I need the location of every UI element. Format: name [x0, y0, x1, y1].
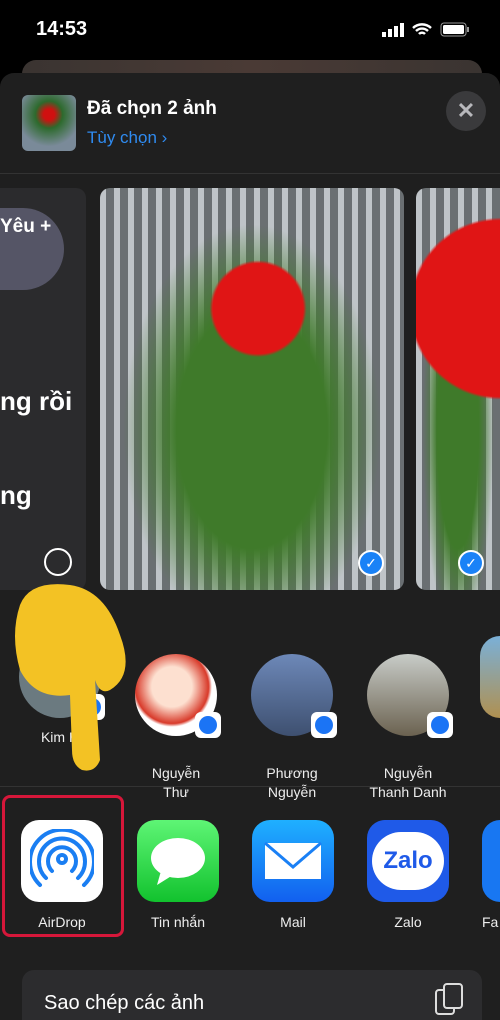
highlight-box: [2, 795, 124, 937]
app-name: Zalo: [394, 914, 422, 930]
contact-name: Nguyễn Thư: [151, 765, 201, 800]
avatar: [480, 636, 500, 718]
signal-icon: [382, 22, 404, 37]
messenger-icon: [195, 712, 221, 738]
close-icon: ✕: [456, 98, 476, 123]
app-partial[interactable]: Fa: [482, 820, 500, 930]
messenger-icon: [427, 712, 453, 738]
facebook-icon: [482, 820, 500, 902]
unselected-checkbox[interactable]: [44, 548, 72, 576]
contact-item-partial[interactable]: [480, 636, 500, 718]
app-messages[interactable]: Tin nhắn: [137, 820, 219, 930]
avatar: [135, 654, 221, 738]
options-link[interactable]: Tùy chọn ›: [87, 128, 167, 148]
divider: [0, 786, 500, 787]
app-name: Tin nhắn: [151, 914, 205, 930]
selected-photo-thumbnail: [22, 95, 76, 151]
photo-card[interactable]: ✓: [100, 188, 404, 590]
status-bar: 14:53: [0, 0, 500, 60]
card-text: Yêu +: [0, 216, 52, 237]
close-button[interactable]: ✕: [446, 91, 486, 131]
app-name: Fa: [482, 914, 499, 930]
divider: [0, 173, 500, 174]
messages-icon: [137, 820, 219, 902]
action-label: Sao chép các ảnh: [44, 992, 205, 1014]
checkmark-icon[interactable]: ✓: [458, 550, 484, 576]
copy-icon: [435, 983, 463, 1015]
contact-item[interactable]: Nguyễn Thanh Danh: [353, 636, 463, 820]
zalo-icon: Zalo: [367, 820, 449, 902]
contact-item[interactable]: Nguyễn Thư: [121, 636, 231, 820]
mail-icon: [252, 820, 334, 902]
checkmark-icon[interactable]: ✓: [358, 550, 384, 576]
wifi-icon: [412, 22, 432, 35]
contact-item[interactable]: Phương Nguyễn: [237, 636, 347, 820]
avatar: [367, 654, 453, 738]
pointing-hand-emoji: [15, 584, 126, 771]
messenger-icon: [311, 712, 337, 738]
zalo-logo-text: Zalo: [372, 832, 444, 890]
app-name: Mail: [280, 914, 306, 930]
battery-icon: [440, 22, 469, 37]
photo-card-partial[interactable]: Yêu + ng rồi ng: [0, 188, 86, 590]
card-text: ng: [0, 480, 32, 510]
share-title: Đã chọn 2 ảnh: [87, 98, 217, 119]
avatar: [251, 654, 337, 738]
photo-card[interactable]: ✓: [416, 188, 500, 590]
status-time: 14:53: [36, 18, 88, 40]
app-mail[interactable]: Mail: [252, 820, 334, 930]
contact-name: Phương Nguyễn: [266, 765, 318, 800]
contact-name: Nguyễn Thanh Danh: [369, 765, 447, 800]
copy-photos-action[interactable]: Sao chép các ảnh: [22, 970, 482, 1020]
app-zalo[interactable]: Zalo Zalo: [367, 820, 449, 930]
card-text: ng rồi: [0, 386, 73, 416]
